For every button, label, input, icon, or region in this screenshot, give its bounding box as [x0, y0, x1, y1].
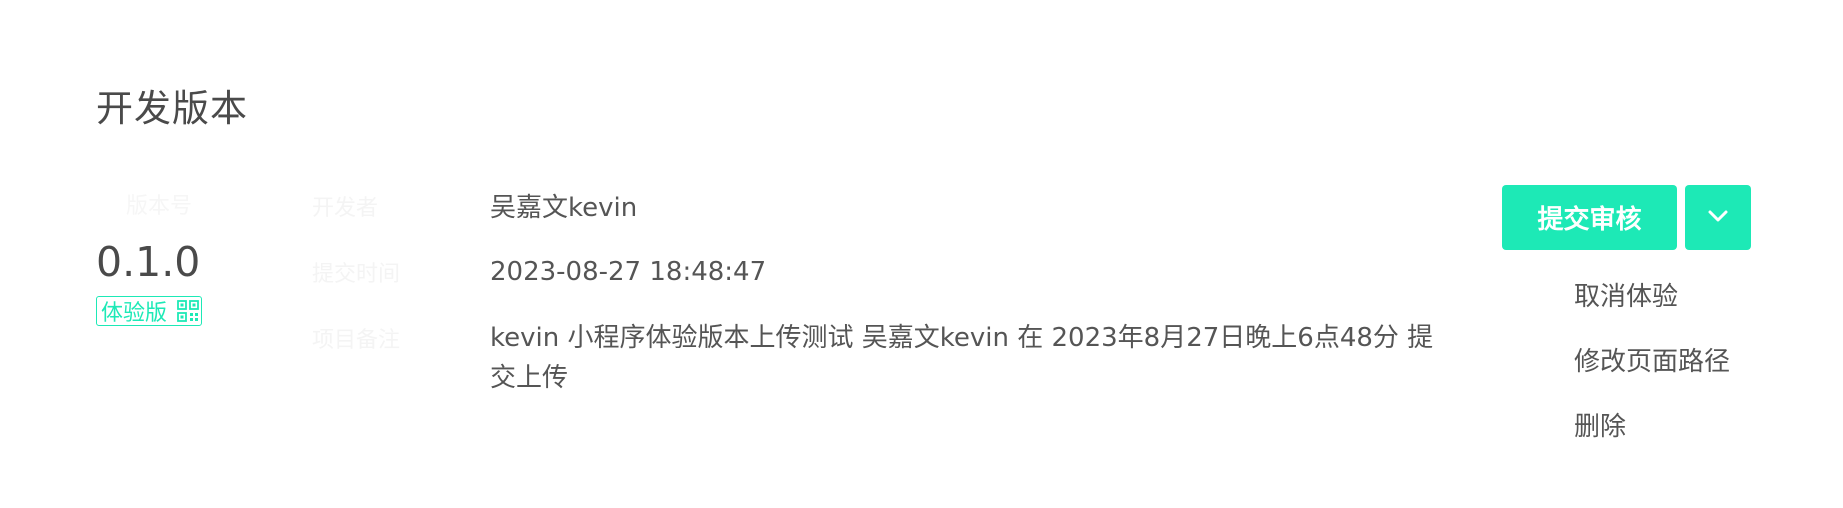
qr-code-icon[interactable]: [177, 300, 199, 322]
menu-item-cancel-trial[interactable]: 取消体验: [1574, 277, 1730, 342]
menu-item-delete[interactable]: 删除: [1574, 407, 1730, 472]
field-label-developer: 开发者: [312, 196, 379, 221]
field-label-description: 项目备注: [312, 328, 401, 353]
more-actions-button[interactable]: [1685, 185, 1751, 250]
version-description: kevin 小程序体验版本上传测试 吴嘉文kevin 在 2023年8月27日晚…: [490, 323, 1434, 393]
developer-name: 吴嘉文kevin: [490, 193, 638, 223]
version-column: 版本号 0.1.0 体验版: [96, 188, 202, 326]
submit-review-button[interactable]: 提交审核: [1502, 185, 1677, 250]
chevron-down-icon: [1707, 209, 1729, 226]
version-label: 版本号: [126, 194, 193, 219]
section-title: 开发版本: [96, 87, 248, 130]
menu-item-edit-page-path[interactable]: 修改页面路径: [1574, 342, 1730, 407]
trial-version-badge[interactable]: 体验版: [96, 296, 202, 326]
more-actions-menu: 取消体验 修改页面路径 删除: [1574, 277, 1730, 472]
trial-version-label: 体验版: [101, 301, 168, 326]
version-number: 0.1.0: [96, 238, 201, 286]
field-labels: 开发者 提交时间 项目备注: [312, 190, 400, 388]
field-label-submit-time: 提交时间: [312, 262, 401, 287]
submit-time: 2023-08-27 18:48:47: [490, 257, 767, 287]
